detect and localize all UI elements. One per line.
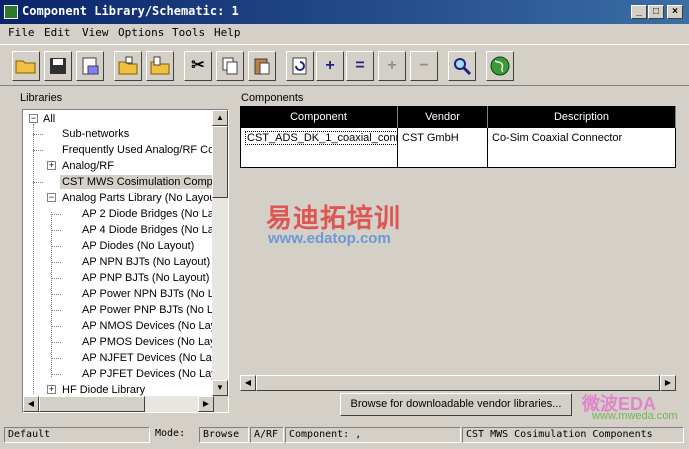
column-header-component[interactable]: Component — [240, 106, 398, 128]
print-preview-icon[interactable] — [76, 51, 104, 81]
menu-view[interactable]: View — [82, 26, 109, 39]
tree-item-ap-pjfet[interactable]: AP PJFET Devices (No Lay — [82, 367, 217, 381]
column-header-vendor[interactable]: Vendor — [398, 106, 488, 128]
tree-item-sub-networks[interactable]: Sub-networks — [62, 127, 129, 141]
scroll-left-icon[interactable]: ◀ — [23, 396, 39, 412]
plus-disabled-icon: + — [378, 51, 406, 81]
tree-item-cst-mws[interactable]: CST MWS Cosimulation Compor — [60, 175, 225, 189]
tree-item-ap-pnp[interactable]: AP PNP BJTs (No Layout) — [82, 271, 209, 285]
search-icon[interactable] — [448, 51, 476, 81]
refresh-icon[interactable] — [286, 51, 314, 81]
status-mode-label: Mode: — [155, 428, 186, 439]
app-icon — [4, 5, 18, 19]
library-tree[interactable]: − All Sub-networks Frequently Used Analo… — [22, 109, 229, 413]
scroll-thumb[interactable] — [256, 375, 660, 391]
title-bar: Component Library/Schematic: 1 _ □ × — [0, 0, 689, 24]
tree-item-ap-diodes[interactable]: AP Diodes (No Layout) — [82, 239, 194, 253]
status-default: Default — [4, 427, 150, 443]
collapse-icon[interactable]: − — [47, 193, 56, 202]
components-horizontal-scrollbar[interactable]: ◀ ▶ — [240, 375, 676, 391]
status-domain: A/RF — [250, 427, 284, 443]
browse-vendor-libraries-button[interactable]: Browse for downloadable vendor libraries… — [340, 393, 572, 416]
minimize-button[interactable]: _ — [631, 5, 647, 19]
status-library: CST MWS Cosimulation Components — [462, 427, 684, 443]
tree-item-frequently-used[interactable]: Frequently Used Analog/RF Co — [62, 143, 214, 157]
menu-file[interactable]: File — [8, 26, 35, 39]
library-folder-icon[interactable] — [114, 51, 142, 81]
menu-edit[interactable]: Edit — [44, 26, 71, 39]
expand-icon[interactable]: + — [47, 385, 56, 394]
cut-icon[interactable]: ✂ — [184, 51, 212, 81]
column-header-description[interactable]: Description — [488, 106, 676, 128]
scroll-thumb[interactable] — [39, 396, 145, 412]
scroll-right-icon[interactable]: ▶ — [660, 375, 676, 391]
collapse-icon[interactable]: − — [29, 114, 38, 123]
tree-item-ap-pmos[interactable]: AP PMOS Devices (No Lay — [82, 335, 216, 349]
components-table: Component Vendor Description CST_ADS_DK_… — [240, 106, 676, 391]
minus-disabled-icon: − — [410, 51, 438, 81]
tree-vertical-scrollbar[interactable]: ▲ ▼ — [212, 110, 228, 396]
tree-item-ap-njfet[interactable]: AP NJFET Devices (No Lay — [82, 351, 217, 365]
status-bar: Default Mode: Browse A/RF Component: , C… — [0, 425, 689, 445]
save-disk-icon[interactable] — [44, 51, 72, 81]
library-open-icon[interactable] — [146, 51, 174, 81]
close-button[interactable]: × — [667, 5, 683, 19]
libraries-label: Libraries — [20, 92, 63, 104]
scroll-up-icon[interactable]: ▲ — [212, 110, 228, 126]
tree-item-ap-npn[interactable]: AP NPN BJTs (No Layout) — [82, 255, 210, 269]
status-component: Component: , — [285, 427, 461, 443]
menu-tools[interactable]: Tools — [172, 26, 205, 39]
tree-item-ap-nmos[interactable]: AP NMOS Devices (No Lay — [82, 319, 216, 333]
toolbar: ✂ + = + − — [0, 44, 689, 86]
tree-item-ap-4-diode[interactable]: AP 4 Diode Bridges (No Lay — [82, 223, 219, 237]
cell-vendor[interactable]: CST GmbH — [398, 128, 488, 168]
status-mode: Browse — [199, 427, 249, 443]
tree-item-ap-power-npn[interactable]: AP Power NPN BJTs (No La — [82, 287, 220, 301]
copy-icon[interactable] — [216, 51, 244, 81]
expand-icon[interactable]: + — [47, 161, 56, 170]
open-folder-icon[interactable] — [12, 51, 40, 81]
maximize-button[interactable]: □ — [648, 5, 664, 19]
scroll-left-icon[interactable]: ◀ — [240, 375, 256, 391]
table-row[interactable]: CST_ADS_DK_1_coaxial_conn — [240, 128, 398, 168]
components-label: Components — [241, 92, 304, 104]
watermark-url: www.edatop.com — [268, 230, 391, 247]
cell-component[interactable]: CST_ADS_DK_1_coaxial_conn — [245, 131, 397, 145]
scroll-thumb[interactable] — [212, 126, 228, 198]
tree-item-ap-power-pnp[interactable]: AP Power PNP BJTs (No La — [82, 303, 219, 317]
menu-help[interactable]: Help — [214, 26, 241, 39]
scroll-down-icon[interactable]: ▼ — [212, 380, 228, 396]
globe-icon[interactable] — [486, 51, 514, 81]
equal-icon[interactable]: = — [346, 51, 374, 81]
menu-bar: File Edit View Options Tools Help — [0, 24, 689, 42]
scroll-right-icon[interactable]: ▶ — [198, 396, 214, 412]
watermark-url-2: www.mweda.com — [592, 410, 678, 422]
cell-description[interactable]: Co-Sim Coaxial Connector — [488, 128, 676, 168]
paste-icon[interactable] — [248, 51, 276, 81]
window-title: Component Library/Schematic: 1 — [22, 4, 239, 18]
add-icon[interactable]: + — [316, 51, 344, 81]
tree-horizontal-scrollbar[interactable]: ◀ ▶ — [23, 396, 214, 412]
tree-item-ap-2-diode[interactable]: AP 2 Diode Bridges (No Lay — [82, 207, 219, 221]
menu-options[interactable]: Options — [118, 26, 164, 39]
